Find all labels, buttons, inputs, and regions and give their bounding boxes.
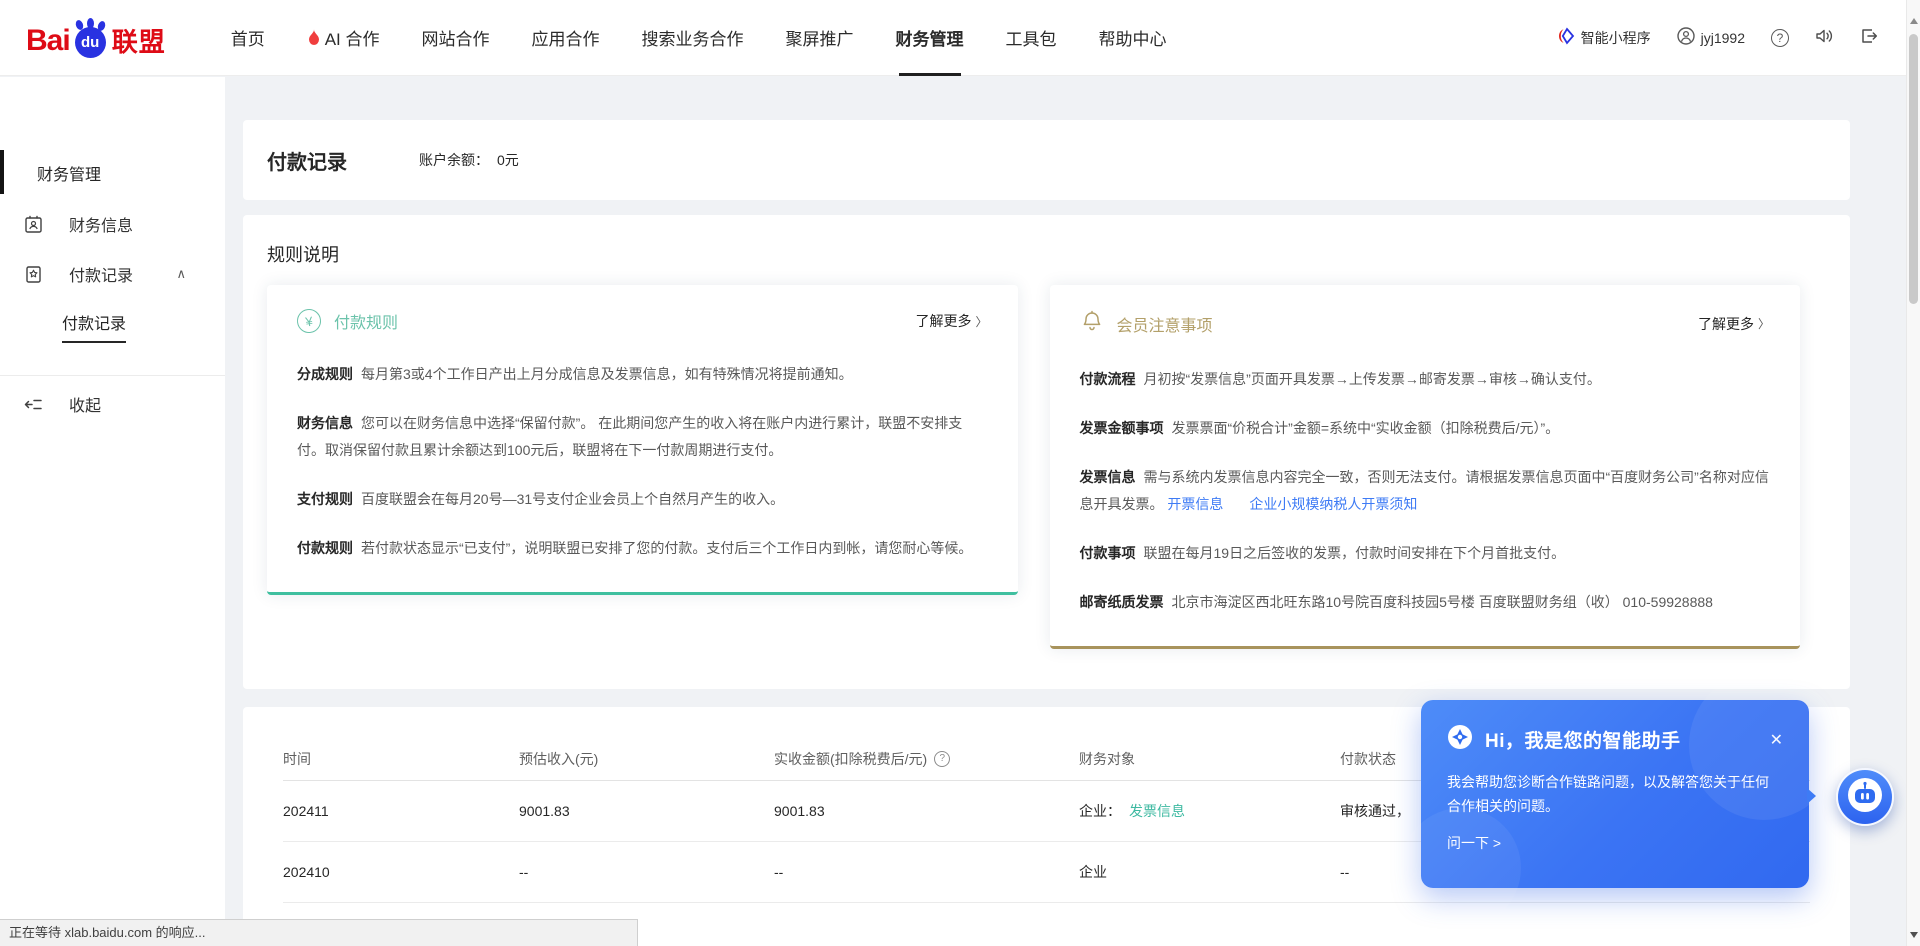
flame-icon [307,29,321,46]
cell-finance-target: 企业 [1079,862,1340,882]
chevron-up-icon[interactable]: ∧ [176,266,186,282]
account-balance: 账户余额： 0元 [419,150,519,170]
cell-time: 202410 [283,864,519,880]
column-header-estimated: 预估收入(元) [519,749,774,769]
top-navigation: Bai du 联盟 首页 AI 合作 网站合作 应用合作 搜索业务合作 聚屏推广… [0,0,1906,76]
chevron-right-icon: 〉 [975,313,987,330]
help-button[interactable]: ? [1771,29,1789,47]
rule-item: 发票金额事项发票票面“价税合计”金额=系统中“实收金额（扣除税费后/元）”。 [1080,415,1771,442]
sidebar: 财务管理 财务信息 付款记录 ∧ 付款记录 收起 [0,77,225,946]
cell-actual: -- [774,864,1079,880]
sound-button[interactable] [1815,27,1834,48]
bell-icon [1080,309,1104,338]
nav-item-help-center[interactable]: 帮助中心 [1078,0,1188,76]
user-account[interactable]: jyj1992 [1677,27,1745,48]
sidebar-item-finance-info[interactable]: 财务信息 [0,199,225,249]
cell-estimated: 9001.83 [519,803,774,819]
payment-records-header-card: 付款记录 账户余额： 0元 [243,120,1850,200]
rule-item: 分成规则每月第3或4个工作日产出上月分成信息及发票信息，如有特殊情况将提前通知。 [297,361,988,388]
invoice-info-table-link[interactable]: 发票信息 [1129,801,1185,821]
browser-status-bar: 正在等待 xlab.baidu.com 的响应... [0,919,638,946]
payment-rules-card: ¥ 付款规则 了解更多 〉 分成规则每月第3或4个工作日产出上月分成信息及发票信… [267,285,1018,595]
nav-item-search-cooperation[interactable]: 搜索业务合作 [621,0,765,76]
nav-item-home[interactable]: 首页 [210,0,286,76]
compass-icon [1447,724,1473,755]
rule-item: 付款流程月初按“发票信息”页面开具发票→上传发票→邮寄发票→审核→确认支付。 [1080,366,1771,393]
member-notes-card: 会员注意事项 了解更多 〉 付款流程月初按“发票信息”页面开具发票→上传发票→邮… [1050,285,1801,649]
rule-item: 发票信息需与系统内发票信息内容完全一致，否则无法支付。请根据发票信息页面中“百度… [1080,464,1771,518]
member-notes-title: 会员注意事项 [1117,312,1213,336]
nav-item-website-cooperation[interactable]: 网站合作 [401,0,511,76]
sidebar-indicator-bar [0,150,4,194]
baidu-paw-icon: du [72,18,110,58]
scroll-up-arrow-icon[interactable] [1910,18,1918,24]
small-taxpayer-notice-link[interactable]: 企业小规模纳税人开票须知 [1249,496,1417,512]
sidebar-subitem-payment-records[interactable]: 付款记录 [0,299,225,347]
column-header-actual: 实收金额(扣除税费后/元) ? [774,749,1079,769]
sidebar-group-finance-management: 财务管理 [0,147,225,199]
chevron-right-icon: 〉 [1758,315,1770,332]
cell-estimated: -- [519,864,774,880]
logo-text-union: 联盟 [112,26,166,58]
balance-value: 0元 [497,150,519,170]
balance-label: 账户余额： [419,150,489,170]
member-notes-more-link[interactable]: 了解更多 〉 [1698,314,1770,334]
sidebar-collapse-button[interactable]: 收起 [0,376,225,432]
sidebar-item-payment-records[interactable]: 付款记录 ∧ [0,249,225,299]
scroll-down-arrow-icon[interactable] [1910,932,1918,938]
nav-item-toolkit[interactable]: 工具包 [985,0,1078,76]
ask-now-link[interactable]: 问一下 > [1447,833,1501,853]
nav-item-finance-management[interactable]: 财务管理 [875,0,985,76]
speaker-icon [1815,27,1834,48]
assistant-robot-button[interactable] [1836,768,1894,826]
cell-time: 202411 [283,803,519,819]
question-circle-icon[interactable]: ? [934,751,950,767]
coin-icon: ¥ [295,307,322,334]
collapse-icon [24,395,43,414]
nav-item-app-cooperation[interactable]: 应用合作 [511,0,621,76]
nav-item-screen-promotion[interactable]: 聚屏推广 [765,0,875,76]
payment-rules-more-link[interactable]: 了解更多 〉 [915,311,987,331]
nav-right-tools: 智能小程序 jyj1992 ? [1557,27,1878,48]
assistant-title: Hi，我是您的智能助手 [1485,726,1681,753]
rule-item: 支付规则百度联盟会在每月20号—31号支付企业会员上个自然月产生的收入。 [297,486,988,513]
payment-records-icon [24,265,43,284]
invoice-info-link[interactable]: 开票信息 [1167,496,1223,512]
rules-section-card: 规则说明 ¥ 付款规则 了解更多 〉 分成规则每月第3或4个工作日产出上月分成信… [243,215,1850,689]
close-icon[interactable]: ✕ [1770,730,1783,750]
logout-button[interactable] [1860,27,1878,48]
page-title: 付款记录 [267,146,347,175]
rule-item: 邮寄纸质发票北京市海淀区西北旺东路10号院百度科技园5号楼 百度联盟财务组（收）… [1080,589,1771,616]
nav-item-ai-cooperation[interactable]: AI 合作 [286,0,401,76]
question-icon: ? [1771,29,1789,47]
rule-item: 付款规则若付款状态显示“已支付”，说明联盟已安排了您的付款。支付后三个工作日内到… [297,535,988,562]
vertical-scrollbar[interactable] [1906,0,1920,946]
column-header-finance-target: 财务对象 [1079,749,1340,769]
rule-item: 财务信息您可以在财务信息中选择“保留付款”。 在此期间您产生的收入将在账户内进行… [297,410,988,464]
scrollbar-thumb[interactable] [1909,34,1918,304]
mini-program-diamond-icon [1557,27,1575,48]
user-icon [1677,27,1695,48]
assistant-message: 我会帮助您诊断合作链路问题，以及解答您关于任何合作相关的问题。 [1447,770,1777,818]
popup-tail-arrow [1807,788,1816,804]
main-menu: 首页 AI 合作 网站合作 应用合作 搜索业务合作 聚屏推广 财务管理 工具包 … [210,0,1188,76]
cell-finance-target: 企业： 发票信息 [1079,801,1340,821]
payment-rules-title: 付款规则 [334,309,398,333]
active-tab-underline [899,73,961,76]
rules-section-title: 规则说明 [267,241,1800,267]
column-header-time: 时间 [283,749,519,769]
logout-icon [1860,27,1878,48]
cell-actual: 9001.83 [774,803,1079,819]
smart-mini-program-link[interactable]: 智能小程序 [1557,27,1651,48]
rule-item: 付款事项联盟在每月19日之后签收的发票，付款时间安排在下个月首批支付。 [1080,540,1771,567]
logo-text-du: du [75,27,106,58]
finance-info-icon [24,215,43,234]
baidu-union-logo[interactable]: Bai du 联盟 [26,18,166,58]
robot-icon [1846,776,1884,819]
assistant-popup: Hi，我是您的智能助手 ✕ 我会帮助您诊断合作链路问题，以及解答您关于任何合作相… [1421,700,1809,888]
logo-text-bai: Bai [26,24,70,58]
